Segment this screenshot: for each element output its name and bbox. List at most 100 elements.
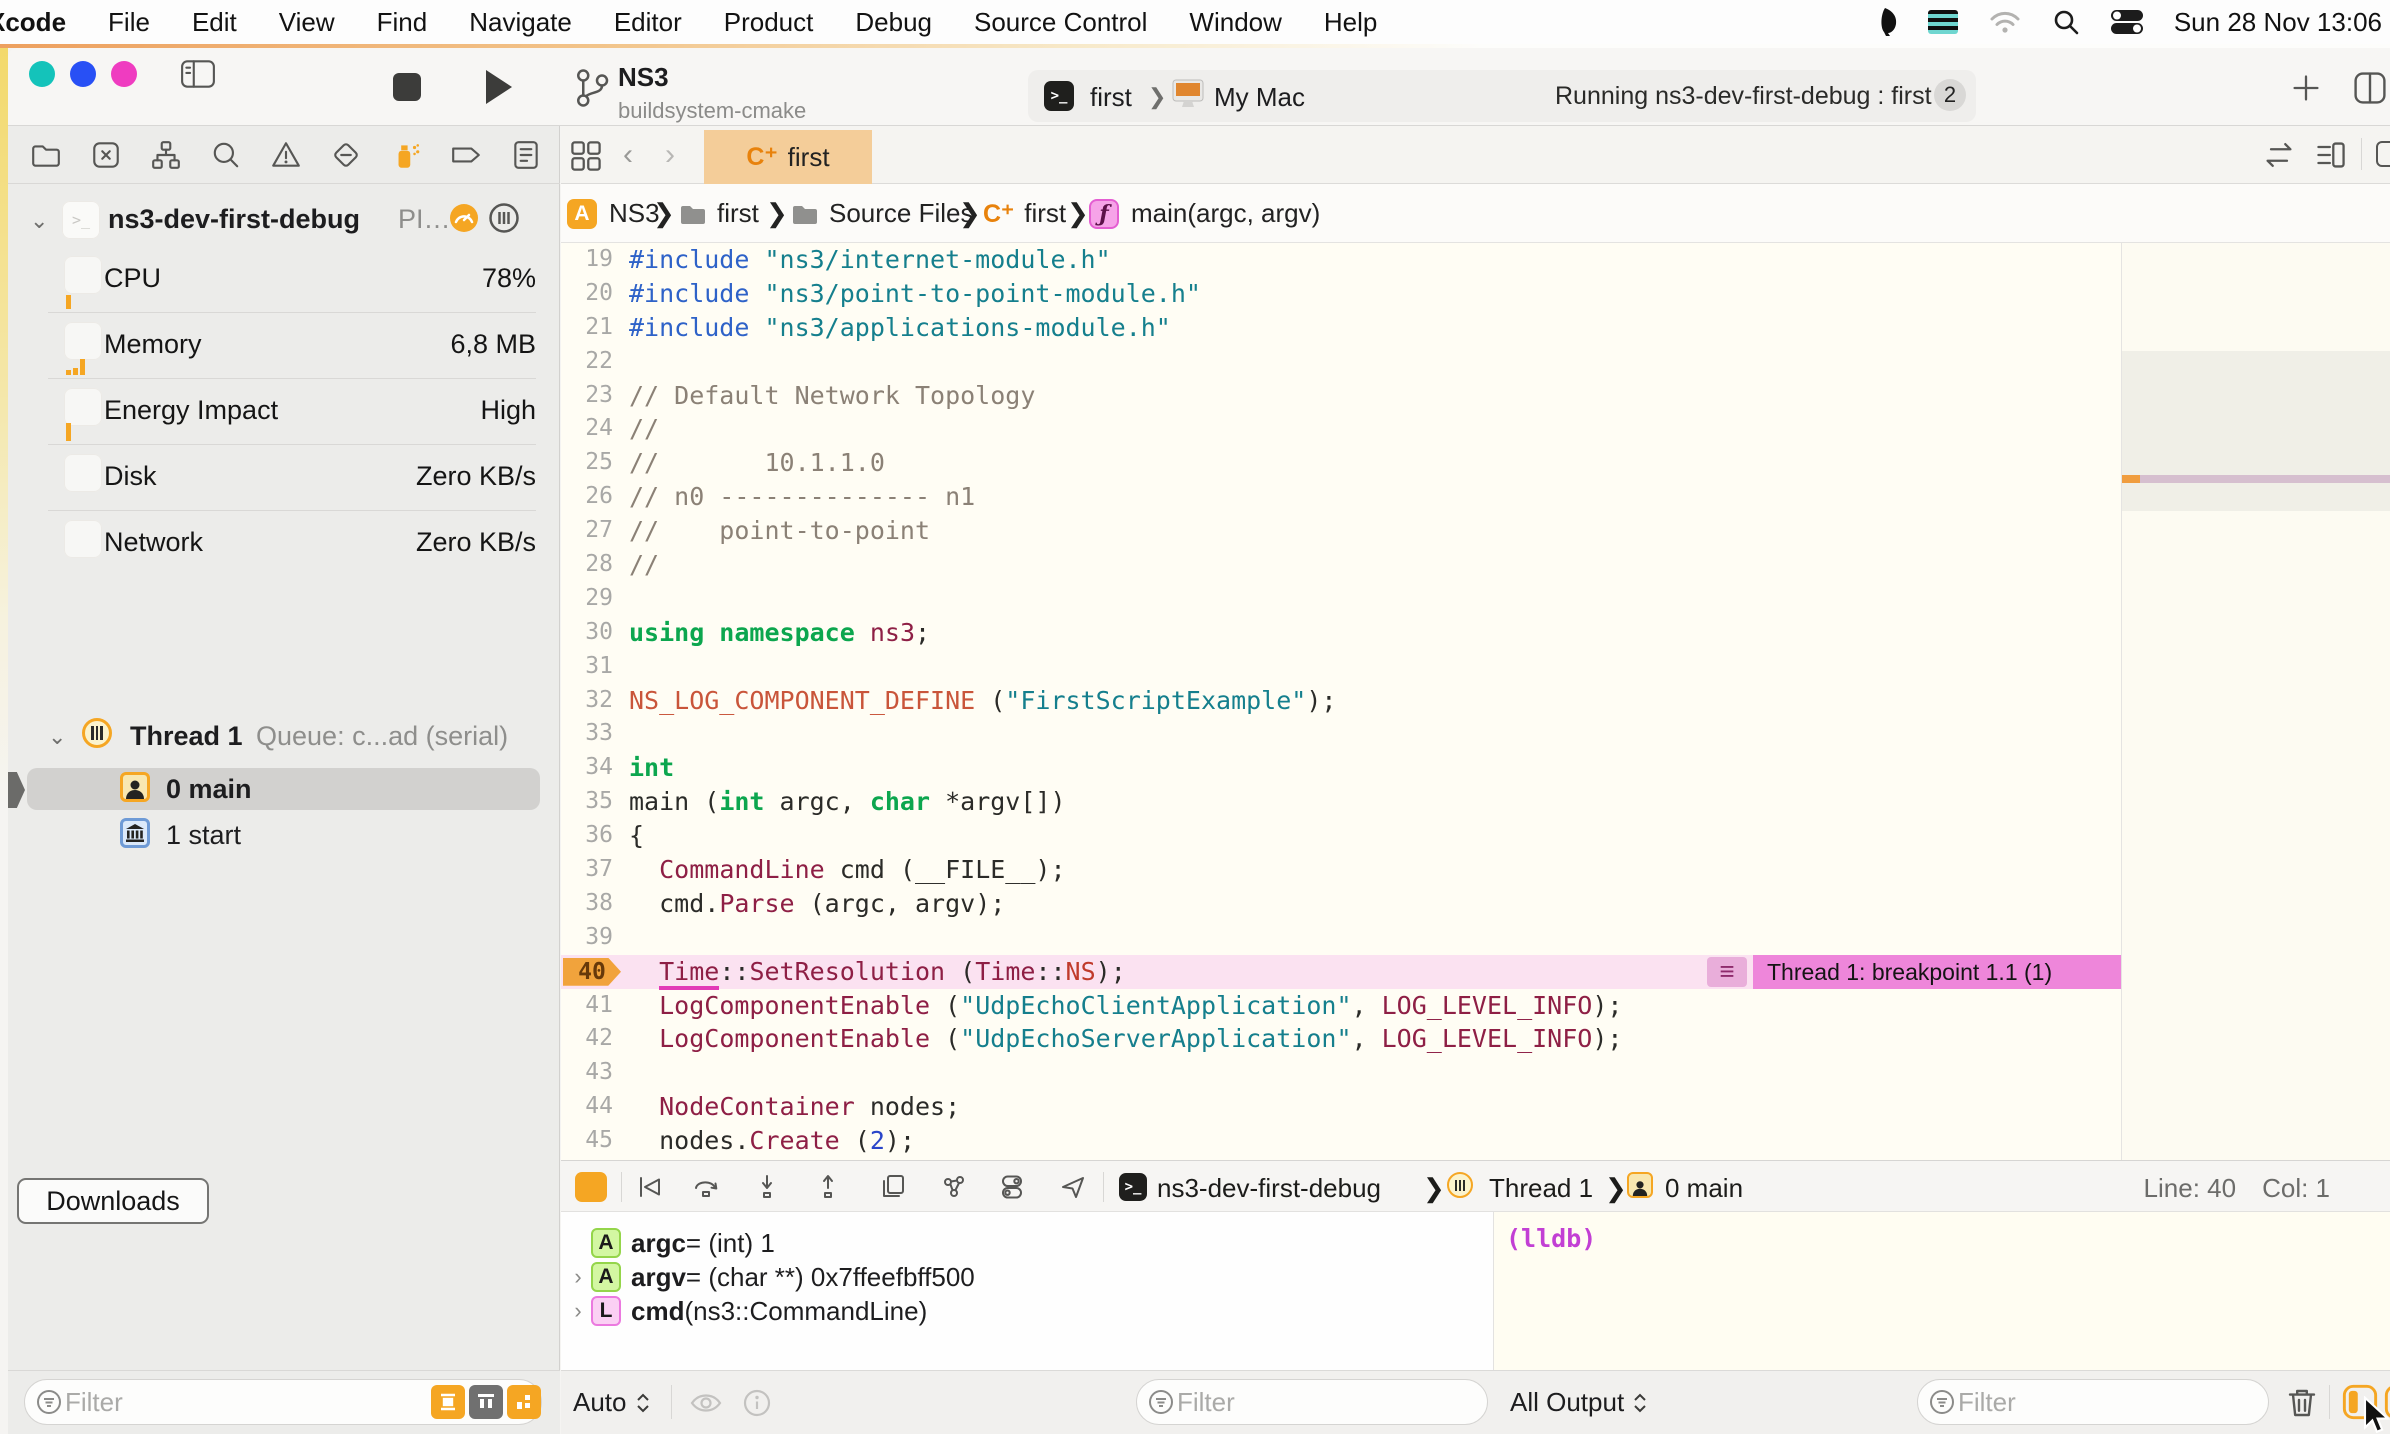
memory-graph-button[interactable] bbox=[940, 1173, 968, 1201]
debug-breadcrumb-frame[interactable]: 0 main bbox=[1665, 1173, 1743, 1204]
view-hierarchy-button[interactable] bbox=[879, 1173, 907, 1201]
find-navigator-icon[interactable] bbox=[210, 139, 242, 171]
line-number[interactable]: 34 bbox=[561, 751, 613, 785]
disclosure-chevron-icon[interactable]: ⌄ bbox=[30, 208, 48, 234]
variable-row[interactable]: › L cmd (ns3::CommandLine) bbox=[561, 1294, 1494, 1328]
flagged-filter-icon[interactable] bbox=[431, 1385, 465, 1419]
add-editor-icon[interactable] bbox=[2375, 140, 2390, 170]
status-app-icon[interactable] bbox=[1872, 7, 1898, 37]
line-number[interactable]: 25 bbox=[561, 446, 613, 480]
code-line-20[interactable]: 20 #include "ns3/point-to-point-module.h" bbox=[561, 277, 2121, 311]
line-number[interactable]: 19 bbox=[561, 243, 613, 277]
add-button[interactable] bbox=[2290, 72, 2322, 104]
menu-item-window[interactable]: Window bbox=[1189, 7, 1281, 38]
code-line-33[interactable]: 33 bbox=[561, 717, 2121, 751]
step-out-button[interactable] bbox=[814, 1173, 842, 1201]
code-line-22[interactable]: 22 bbox=[561, 345, 2121, 379]
line-number[interactable]: 22 bbox=[561, 345, 613, 379]
navigator-filter-input[interactable] bbox=[63, 1385, 367, 1419]
code-line-43[interactable]: 43 bbox=[561, 1056, 2121, 1090]
code-line-23[interactable]: 23 // Default Network Topology bbox=[561, 379, 2121, 413]
stat-row-cpu[interactable]: CPU 78% bbox=[8, 246, 560, 312]
run-destination[interactable]: My Mac bbox=[1214, 82, 1305, 113]
code-line-45[interactable]: 45 nodes.Create (2); bbox=[561, 1124, 2121, 1158]
code-line-37[interactable]: 37 CommandLine cmd (__FILE__); bbox=[561, 853, 2121, 887]
code-line-25[interactable]: 25 // 10.1.1.0 bbox=[561, 446, 2121, 480]
source-control-navigator-icon[interactable] bbox=[90, 139, 122, 171]
editor-options-icon[interactable] bbox=[2315, 140, 2347, 170]
stat-row-network[interactable]: Network Zero KB/s bbox=[8, 510, 560, 576]
breakpoint-hit-label[interactable]: Thread 1: breakpoint 1.1 (1) bbox=[1753, 954, 2121, 989]
process-row[interactable]: ⌄ >_ ns3-dev-first-debug PI… bbox=[8, 196, 560, 246]
stack-frame-row[interactable]: 1 start bbox=[8, 814, 560, 856]
control-center-icon[interactable] bbox=[2110, 9, 2144, 35]
stack-frame-row[interactable]: 0 main bbox=[8, 768, 560, 810]
breakpoints-toggle-button[interactable] bbox=[575, 1172, 607, 1202]
variables-filter-input[interactable] bbox=[1175, 1385, 1379, 1419]
continue-button[interactable] bbox=[635, 1173, 663, 1201]
menu-item-view[interactable]: View bbox=[279, 7, 335, 38]
line-number[interactable]: 36 bbox=[561, 819, 613, 853]
line-number[interactable]: 35 bbox=[561, 785, 613, 819]
code-line-32[interactable]: 32 NS_LOG_COMPONENT_DEFINE ("FirstScriptE… bbox=[561, 684, 2121, 718]
line-number[interactable]: 39 bbox=[561, 921, 613, 955]
variable-row[interactable]: › A argv = (char **) 0x7ffeefbff500 bbox=[561, 1260, 1494, 1294]
code-line-27[interactable]: 27 // point-to-point bbox=[561, 514, 2121, 548]
line-number[interactable]: 32 bbox=[561, 684, 613, 718]
menu-item-navigate[interactable]: Navigate bbox=[469, 7, 572, 38]
menu-app-name[interactable]: Xcode bbox=[0, 7, 66, 38]
minimize-window-button[interactable] bbox=[70, 61, 96, 87]
line-number[interactable]: 21 bbox=[561, 311, 613, 345]
menu-item-source-control[interactable]: Source Control bbox=[974, 7, 1147, 38]
code-line-41[interactable]: 41 LogComponentEnable ("UdpEchoClientApp… bbox=[561, 989, 2121, 1023]
line-number[interactable]: 43 bbox=[561, 1056, 613, 1090]
expand-chevron-icon[interactable]: › bbox=[565, 1298, 591, 1324]
line-number[interactable]: 38 bbox=[561, 887, 613, 921]
line-number[interactable]: 30 bbox=[561, 616, 613, 650]
menu-item-debug[interactable]: Debug bbox=[855, 7, 932, 38]
variable-row[interactable]: A argc = (int) 1 bbox=[561, 1226, 1494, 1260]
code-line-40[interactable]: 40 Time::SetResolution (Time::NS);40≡Thr… bbox=[561, 954, 2121, 990]
code-line-44[interactable]: 44 NodeContainer nodes; bbox=[561, 1090, 2121, 1124]
code-line-36[interactable]: 36 { bbox=[561, 819, 2121, 853]
report-navigator-icon[interactable] bbox=[510, 139, 542, 171]
queue-badge-icon[interactable] bbox=[488, 202, 520, 234]
expand-chevron-icon[interactable]: › bbox=[565, 1264, 591, 1290]
line-number[interactable]: 26 bbox=[561, 480, 613, 514]
downloads-button[interactable]: Downloads bbox=[17, 1178, 209, 1224]
symbol-navigator-icon[interactable] bbox=[150, 139, 182, 171]
line-number[interactable]: 42 bbox=[561, 1022, 613, 1056]
keyboard-layout-icon[interactable] bbox=[1927, 10, 1958, 34]
code-line-21[interactable]: 21 #include "ns3/applications-module.h" bbox=[561, 311, 2121, 345]
source-editor[interactable]: 19 #include "ns3/internet-module.h" 20 #inc… bbox=[561, 243, 2121, 1160]
console-view[interactable]: (lldb) bbox=[1494, 1212, 2390, 1370]
wifi-icon[interactable] bbox=[1988, 9, 2022, 35]
debug-navigator-icon[interactable] bbox=[390, 139, 422, 171]
run-button[interactable] bbox=[478, 66, 518, 108]
debug-breadcrumb-thread[interactable]: Thread 1 bbox=[1489, 1173, 1593, 1204]
gauge-badge-icon[interactable] bbox=[448, 202, 480, 234]
project-navigator-icon[interactable] bbox=[30, 139, 62, 171]
breakpoint-menu-icon[interactable]: ≡ bbox=[1707, 956, 1747, 987]
breadcrumb-project[interactable]: A NS3 bbox=[567, 184, 660, 243]
code-line-39[interactable]: 39 bbox=[561, 921, 2121, 955]
variables-view[interactable]: A argc = (int) 1 › A argv = (char **) 0x… bbox=[561, 1212, 1494, 1370]
environment-overrides-button[interactable] bbox=[998, 1173, 1026, 1201]
line-number[interactable]: 28 bbox=[561, 548, 613, 582]
breadcrumb-file[interactable]: C⁺ first bbox=[983, 184, 1066, 243]
debug-breadcrumb-process[interactable]: ns3-dev-first-debug bbox=[1157, 1173, 1381, 1204]
stat-row-disk[interactable]: Disk Zero KB/s bbox=[8, 444, 560, 510]
step-over-button[interactable] bbox=[692, 1173, 720, 1201]
variables-scope-selector[interactable]: Auto bbox=[573, 1387, 651, 1418]
spotlight-search-icon[interactable] bbox=[2052, 8, 2080, 36]
stop-button[interactable] bbox=[390, 70, 424, 104]
line-number[interactable]: 27 bbox=[561, 514, 613, 548]
info-icon[interactable] bbox=[743, 1389, 771, 1417]
columns-filter-icon[interactable] bbox=[469, 1385, 503, 1419]
disclosure-chevron-icon[interactable]: ⌄ bbox=[48, 724, 66, 750]
variables-filter-field[interactable] bbox=[1136, 1379, 1488, 1425]
code-line-24[interactable]: 24 // bbox=[561, 412, 2121, 446]
breadcrumb-symbol[interactable]: ƒ main(argc, argv) bbox=[1089, 184, 1320, 243]
simulate-location-button[interactable] bbox=[1059, 1173, 1087, 1201]
code-line-42[interactable]: 42 LogComponentEnable ("UdpEchoServerApp… bbox=[561, 1022, 2121, 1056]
